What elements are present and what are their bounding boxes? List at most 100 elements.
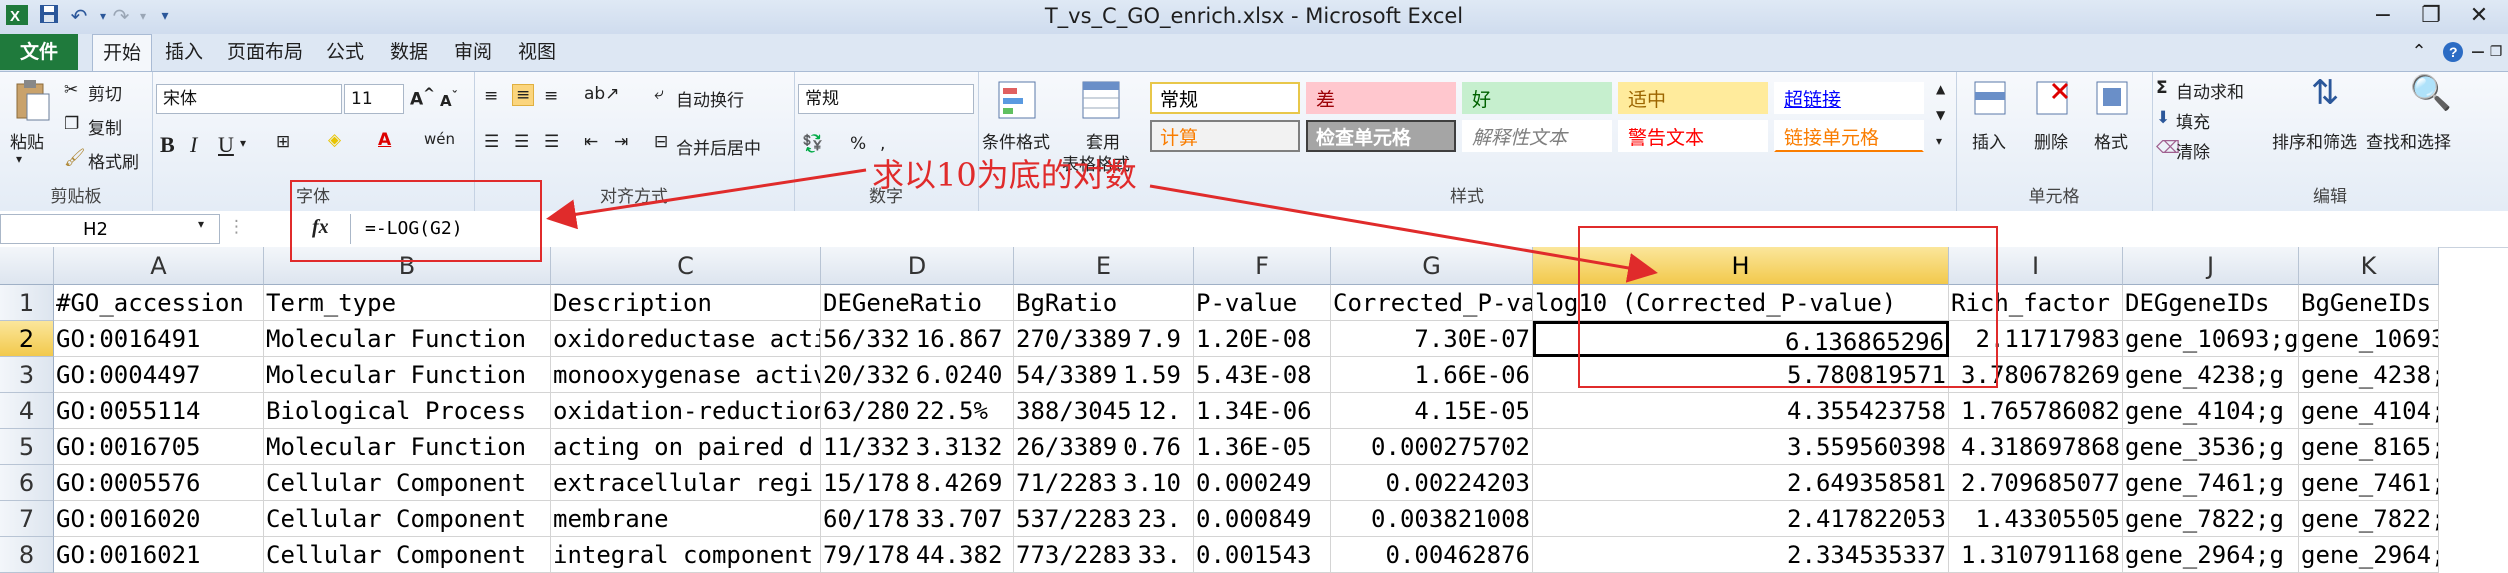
- gallery-scroll-up-icon[interactable]: ▲: [1936, 82, 1945, 96]
- font-color-icon[interactable]: A: [378, 130, 391, 150]
- cell-K7[interactable]: gene_7822;: [2299, 501, 2439, 537]
- cell-I8[interactable]: 1.310791168: [1949, 537, 2123, 573]
- cell-G2[interactable]: 7.30E-07: [1331, 321, 1533, 357]
- cell-B8[interactable]: Cellular Component: [264, 537, 551, 573]
- cell-style-8[interactable]: 警告文本: [1618, 120, 1768, 152]
- gallery-scroll-down-icon[interactable]: ▼: [1936, 108, 1945, 122]
- cell-B3[interactable]: Molecular Function: [264, 357, 551, 393]
- column-header-G[interactable]: G: [1331, 247, 1533, 285]
- align-top-icon[interactable]: ≡: [484, 86, 498, 106]
- cell-A3[interactable]: GO:0004497: [54, 357, 264, 393]
- underline-button[interactable]: U: [218, 132, 234, 158]
- delete-cells-icon[interactable]: [2032, 78, 2072, 121]
- cell-A6[interactable]: GO:0005576: [54, 465, 264, 501]
- cell-J3[interactable]: gene_4238;g: [2123, 357, 2299, 393]
- cell-C6[interactable]: extracellular regi: [551, 465, 821, 501]
- sort-filter-icon[interactable]: ⇅: [2300, 76, 2350, 110]
- cell-D7[interactable]: 60/178 33.707: [821, 501, 1014, 537]
- cell-D8[interactable]: 79/178 44.382: [821, 537, 1014, 573]
- cell-G5[interactable]: 0.000275702: [1331, 429, 1533, 465]
- paste-button[interactable]: 粘贴: [10, 128, 44, 153]
- column-header-C[interactable]: C: [551, 247, 821, 285]
- help-icon[interactable]: ?: [2438, 34, 2468, 70]
- cell-style-0[interactable]: 常规: [1150, 82, 1300, 114]
- name-box[interactable]: H2: [0, 214, 220, 244]
- cell-I6[interactable]: 2.709685077: [1949, 465, 2123, 501]
- number-format-select[interactable]: 常规: [798, 84, 974, 114]
- format-button[interactable]: 格式: [2094, 128, 2128, 153]
- workbook-restore-icon[interactable]: ❐: [2486, 34, 2506, 70]
- cell-A8[interactable]: GO:0016021: [54, 537, 264, 573]
- cell-H8[interactable]: 2.334535337: [1533, 537, 1949, 573]
- cell-H4[interactable]: 4.355423758: [1533, 393, 1949, 429]
- cell-E3[interactable]: 54/3389 1.59: [1014, 357, 1194, 393]
- align-middle-icon[interactable]: ≡: [512, 84, 535, 106]
- align-center-icon[interactable]: ☰: [514, 132, 529, 152]
- column-header-K[interactable]: K: [2299, 247, 2439, 285]
- header-cell-B[interactable]: Term_type: [264, 285, 551, 321]
- cell-G4[interactable]: 4.15E-05: [1331, 393, 1533, 429]
- decrease-indent-icon[interactable]: ⇤: [584, 132, 598, 152]
- cell-K3[interactable]: gene_4238;: [2299, 357, 2439, 393]
- cell-J2[interactable]: gene_10693;g: [2123, 321, 2299, 357]
- cell-D2[interactable]: 56/332 16.867: [821, 321, 1014, 357]
- borders-icon[interactable]: ⊞: [276, 132, 290, 152]
- percent-button[interactable]: %: [850, 134, 866, 154]
- find-select-button[interactable]: 查找和选择: [2366, 128, 2451, 153]
- fill-icon[interactable]: ⬇: [2156, 108, 2170, 128]
- cell-A4[interactable]: GO:0055114: [54, 393, 264, 429]
- tab-data[interactable]: 数据: [382, 34, 436, 70]
- cell-K2[interactable]: gene_10693: [2299, 321, 2439, 357]
- select-all-corner[interactable]: [0, 247, 54, 285]
- tab-file[interactable]: 文件: [0, 34, 78, 70]
- insert-button[interactable]: 插入: [1972, 128, 2006, 153]
- row-header-2[interactable]: 2: [0, 321, 54, 357]
- column-header-E[interactable]: E: [1014, 247, 1194, 285]
- row-header-8[interactable]: 8: [0, 537, 54, 573]
- cell-style-9[interactable]: 链接单元格: [1774, 120, 1924, 152]
- cell-C4[interactable]: oxidation-reduction: [551, 393, 821, 429]
- row-header-6[interactable]: 6: [0, 465, 54, 501]
- cell-style-1[interactable]: 差: [1306, 82, 1456, 114]
- cell-C8[interactable]: integral component: [551, 537, 821, 573]
- cell-style-4[interactable]: 超链接: [1774, 82, 1924, 114]
- column-header-A[interactable]: A: [54, 247, 264, 285]
- header-cell-C[interactable]: Description: [551, 285, 821, 321]
- underline-dropdown-icon[interactable]: ▾: [240, 136, 246, 150]
- cell-G7[interactable]: 0.003821008: [1331, 501, 1533, 537]
- cell-F4[interactable]: 1.34E-06: [1194, 393, 1331, 429]
- cell-G3[interactable]: 1.66E-06: [1331, 357, 1533, 393]
- cell-K8[interactable]: gene_2964;: [2299, 537, 2439, 573]
- cell-style-2[interactable]: 好: [1462, 82, 1612, 114]
- cell-B6[interactable]: Cellular Component: [264, 465, 551, 501]
- cell-E8[interactable]: 773/2283 33.: [1014, 537, 1194, 573]
- wrap-text-icon[interactable]: ⤶: [654, 84, 664, 104]
- cell-F2[interactable]: 1.20E-08: [1194, 321, 1331, 357]
- row-header-3[interactable]: 3: [0, 357, 54, 393]
- cell-E5[interactable]: 26/3389 0.76: [1014, 429, 1194, 465]
- header-cell-K[interactable]: BgGeneIDs: [2299, 285, 2439, 321]
- cell-F6[interactable]: 0.000249: [1194, 465, 1331, 501]
- namebox-dropdown-icon[interactable]: ▾: [198, 217, 204, 231]
- cell-C3[interactable]: monooxygenase activity: [551, 357, 821, 393]
- cell-D6[interactable]: 15/178 8.4269: [821, 465, 1014, 501]
- fill-color-icon[interactable]: ◈: [328, 130, 341, 150]
- fill-button[interactable]: 填充: [2176, 108, 2210, 133]
- row-header-7[interactable]: 7: [0, 501, 54, 537]
- header-cell-E[interactable]: BgRatio: [1014, 285, 1194, 321]
- tab-review[interactable]: 审阅: [446, 34, 500, 70]
- insert-cells-icon[interactable]: [1970, 78, 2010, 121]
- gallery-more-icon[interactable]: ▾: [1936, 134, 1942, 148]
- copy-icon[interactable]: ❐: [64, 114, 79, 134]
- tab-page-layout[interactable]: 页面布局: [220, 34, 310, 70]
- cell-B5[interactable]: Molecular Function: [264, 429, 551, 465]
- tab-formulas[interactable]: 公式: [318, 34, 372, 70]
- shrink-font-icon[interactable]: Aˇ: [440, 88, 458, 110]
- formula-bar-handle-icon[interactable]: ⋮: [228, 217, 245, 237]
- cell-K4[interactable]: gene_4104;: [2299, 393, 2439, 429]
- clear-button[interactable]: 清除: [2176, 138, 2210, 163]
- format-painter-icon[interactable]: 🖌: [64, 148, 86, 168]
- cell-D4[interactable]: 63/280 22.5%: [821, 393, 1014, 429]
- header-cell-G[interactable]: Corrected_P-value: [1331, 285, 1533, 321]
- formula-input[interactable]: =-LOG(G2): [350, 214, 2508, 244]
